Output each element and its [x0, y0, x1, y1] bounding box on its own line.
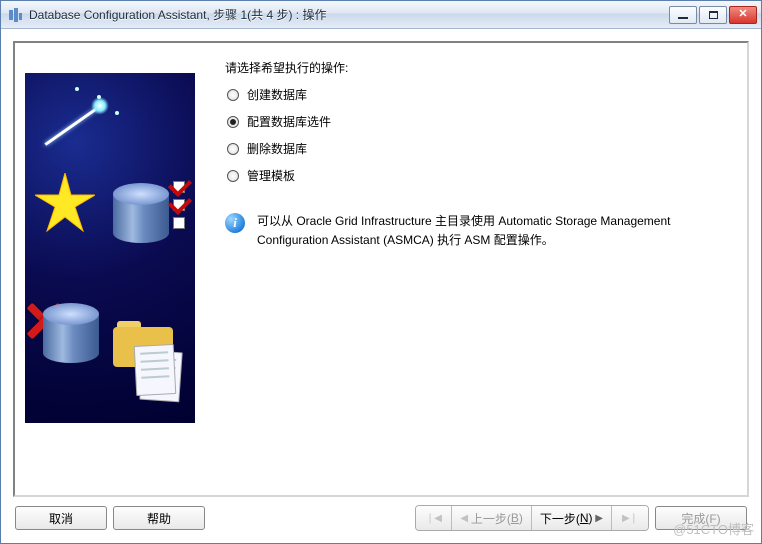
titlebar[interactable]: Database Configuration Assistant, 步骤 1(共… — [1, 1, 761, 29]
radio-configure-database-options[interactable]: 配置数据库选件 — [225, 113, 737, 130]
radio-label: 删除数据库 — [247, 140, 307, 157]
wizard-illustration — [25, 73, 195, 423]
back-button: ◀ 上一步(B) — [452, 506, 531, 530]
chevron-right-icon: ▶ — [593, 513, 603, 524]
info-icon: i — [225, 213, 245, 233]
last-button: ▶❘ — [612, 506, 648, 530]
instruction-label: 请选择希望执行的操作: — [225, 59, 737, 76]
radio-manage-templates[interactable]: 管理模板 — [225, 167, 737, 184]
radio-delete-database[interactable]: 删除数据库 — [225, 140, 737, 157]
mnemonic: N — [580, 511, 589, 525]
nav-button-group: ❘◀ ◀ 上一步(B) 下一步(N) ▶ ▶❘ — [415, 505, 649, 531]
cancel-button[interactable]: 取消 — [15, 506, 107, 530]
close-icon: ✕ — [738, 9, 747, 20]
mnemonic: B — [511, 511, 519, 525]
window-controls: ✕ — [669, 6, 757, 24]
app-icon — [7, 7, 23, 23]
database-cylinder-icon — [113, 183, 169, 243]
starburst-icon — [35, 173, 95, 233]
button-label-prefix: 下一步( — [540, 510, 580, 527]
button-label-prefix: 上一步( — [471, 510, 511, 527]
radio-icon — [227, 89, 239, 101]
document-sheets-icon — [135, 345, 183, 403]
window-frame: Database Configuration Assistant, 步骤 1(共… — [0, 0, 762, 544]
sparkle-icon — [75, 87, 79, 91]
radio-label: 配置数据库选件 — [247, 113, 331, 130]
content-frame: 请选择希望执行的操作: 创建数据库 配置数据库选件 删除数据库 管理模板 — [13, 41, 749, 497]
button-label: 完成(F) — [681, 510, 720, 527]
info-note: i 可以从 Oracle Grid Infrastructure 主目录使用 A… — [225, 212, 725, 250]
minimize-icon — [678, 17, 688, 19]
radio-label: 管理模板 — [247, 167, 295, 184]
button-label: 帮助 — [147, 510, 171, 527]
finish-button: 完成(F) — [655, 506, 747, 530]
maximize-icon — [709, 11, 718, 19]
chevron-left-icon: ◀ — [460, 513, 470, 524]
chevron-last-icon: ▶❘ — [622, 513, 638, 524]
info-text: 可以从 Oracle Grid Infrastructure 主目录使用 Aut… — [257, 212, 725, 250]
radio-icon — [227, 116, 239, 128]
close-button[interactable]: ✕ — [729, 6, 757, 24]
wand-icon — [44, 103, 103, 146]
first-button: ❘◀ — [416, 506, 452, 530]
sparkle-icon — [115, 111, 119, 115]
radio-icon — [227, 170, 239, 182]
chevron-first-icon: ❘◀ — [426, 513, 442, 524]
window-title: Database Configuration Assistant, 步骤 1(共… — [29, 6, 669, 23]
database-cylinder-icon — [43, 303, 99, 363]
button-label-suffix: ) — [519, 511, 523, 525]
client-area: 请选择希望执行的操作: 创建数据库 配置数据库选件 删除数据库 管理模板 — [1, 29, 761, 543]
help-button[interactable]: 帮助 — [113, 506, 205, 530]
maximize-button[interactable] — [699, 6, 727, 24]
radio-label: 创建数据库 — [247, 86, 307, 103]
button-label: 取消 — [49, 510, 73, 527]
radio-icon — [227, 143, 239, 155]
button-bar: 取消 帮助 ❘◀ ◀ 上一步(B) 下一步(N) ▶ ▶❘ 完成(F) — [13, 497, 749, 531]
options-panel: 请选择希望执行的操作: 创建数据库 配置数据库选件 删除数据库 管理模板 — [225, 53, 737, 485]
radio-create-database[interactable]: 创建数据库 — [225, 86, 737, 103]
sparkle-icon — [97, 95, 101, 99]
checklist-icon — [173, 181, 191, 235]
next-button[interactable]: 下一步(N) ▶ — [532, 506, 612, 530]
minimize-button[interactable] — [669, 6, 697, 24]
